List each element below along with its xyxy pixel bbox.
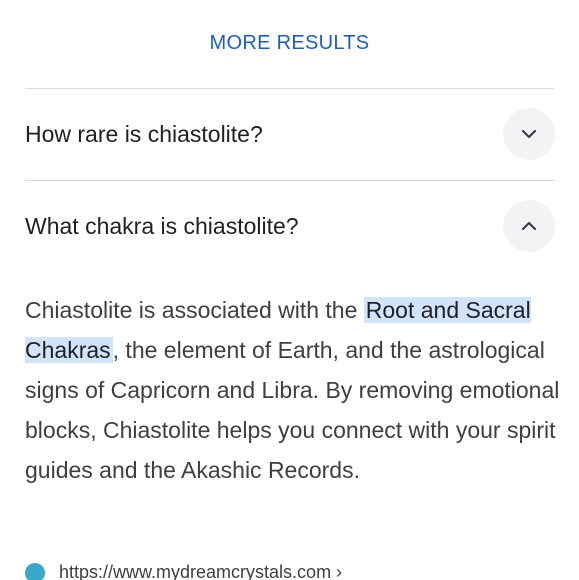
faq-question: How rare is chiastolite? [25,120,263,147]
faq-item-what-chakra[interactable]: What chakra is chiastolite? [25,181,555,271]
faq-question: What chakra is chiastolite? [25,212,299,239]
search-results-page: MORE RESULTS How rare is chiastolite? Wh… [0,0,579,580]
faq-item-how-rare[interactable]: How rare is chiastolite? [25,89,555,179]
site-favicon-icon [25,562,45,580]
expand-button[interactable] [503,108,555,160]
collapse-button[interactable] [503,200,555,252]
answer-text: Chiastolite is associated with the [25,297,364,323]
source-link[interactable]: https://www.mydreamcrystals.com › [25,562,342,580]
faq-answer: Chiastolite is associated with the Root … [25,290,560,490]
chevron-down-icon [521,129,537,139]
chevron-up-icon [521,221,537,231]
source-url[interactable]: https://www.mydreamcrystals.com › [59,562,342,580]
more-results-button[interactable]: MORE RESULTS [0,32,579,55]
